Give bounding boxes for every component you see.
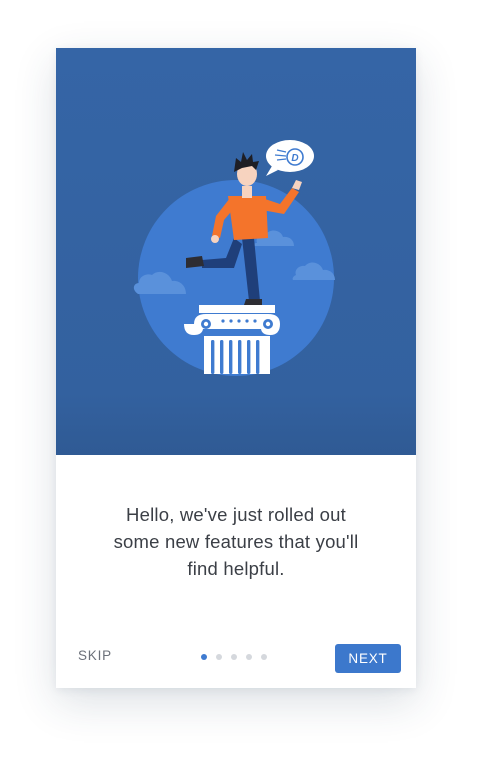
speech-bubble-icon: D bbox=[266, 140, 314, 176]
hero-illustration-panel: D bbox=[56, 48, 416, 455]
onboarding-card: D Hello, we've just rolled out some new … bbox=[56, 48, 416, 688]
next-button[interactable]: NEXT bbox=[335, 644, 401, 673]
skip-button[interactable]: SKIP bbox=[78, 648, 112, 663]
speech-bubble-letter: D bbox=[291, 153, 298, 164]
pagination-dot-4[interactable] bbox=[246, 654, 252, 660]
person-on-pillar-illustration: D bbox=[133, 140, 335, 376]
pagination-dot-1[interactable] bbox=[201, 654, 207, 660]
pagination-dot-2[interactable] bbox=[216, 654, 222, 660]
onboarding-message: Hello, we've just rolled out some new fe… bbox=[113, 504, 359, 579]
pagination-dot-3[interactable] bbox=[231, 654, 237, 660]
pagination-dots bbox=[201, 654, 267, 660]
pagination-dot-5[interactable] bbox=[261, 654, 267, 660]
